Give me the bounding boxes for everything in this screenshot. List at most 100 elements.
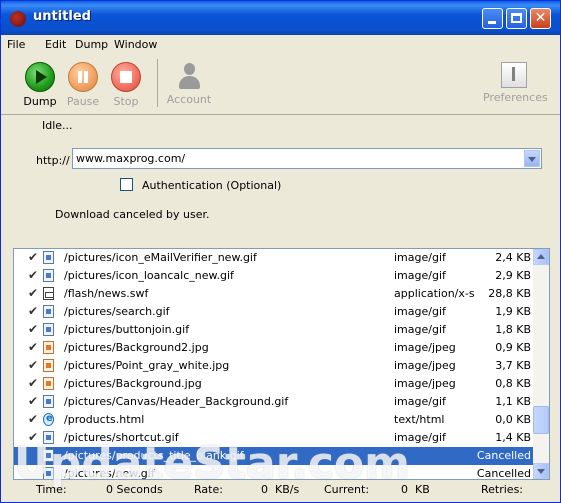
checkmark-icon: ✔ — [28, 430, 39, 444]
title-bar[interactable]: untitled ✕ — [1, 1, 560, 35]
file-path: /pictures/Point_gray_white.jpg — [64, 359, 230, 372]
time-label: Time: — [36, 483, 67, 496]
jpg-file-icon — [43, 359, 54, 372]
menu-bar: File Edit Dump Window — [1, 35, 560, 54]
file-size: Cancelled — [476, 449, 531, 462]
menu-edit[interactable]: Edit — [45, 38, 66, 51]
table-row[interactable]: ✔/pictures/Canvas/Header_Background.gif i… — [14, 393, 535, 411]
status-message: Download canceled by user. — [55, 208, 210, 221]
close-button[interactable]: ✕ — [530, 8, 551, 29]
scroll-up-icon[interactable] — [533, 249, 549, 265]
window-title: untitled — [33, 9, 91, 24]
table-row[interactable]: ✔/pictures/shortcut.gif image/gif 1,4 KB — [14, 429, 535, 447]
table-row[interactable]: ✔/products.htmltext/html0,0 KB — [14, 411, 535, 429]
stop-label: Stop — [113, 95, 139, 108]
authentication-checkbox[interactable] — [120, 178, 133, 191]
table-row[interactable]: /pictures/new.gif Cancelled — [14, 465, 535, 480]
table-row[interactable]: ✔/pictures/Background.jpg image/jpeg 0,8 K… — [14, 375, 535, 393]
app-icon — [10, 11, 26, 27]
rate-label: Rate: — [194, 483, 223, 496]
table-row[interactable]: ✔/flash/news.swfapplication/x-s...28,8 K… — [14, 285, 535, 303]
stop-icon — [111, 62, 141, 92]
file-size: 2,9 KB — [495, 269, 531, 282]
pause-icon — [68, 62, 98, 92]
retries-label: Retries: — [481, 483, 524, 496]
minimize-button[interactable] — [482, 8, 503, 29]
file-list[interactable]: ✔/pictures/icon_eMailVerifier_new.gif ima… — [13, 248, 550, 480]
table-row[interactable]: ✔/pictures/search.gif image/gif 1,9 KB — [14, 303, 535, 321]
table-row[interactable]: ✔/pictures/Point_gray_white.jpg image/jpe… — [14, 357, 535, 375]
table-row[interactable]: ✔/pictures/buttonjoin.gif image/gif 1,8 KB — [14, 321, 535, 339]
url-input[interactable]: www.maxprog.com/ — [72, 148, 542, 169]
file-path: /pictures/icon_eMailVerifier_new.gif — [64, 251, 257, 264]
url-label: http:// — [36, 154, 70, 167]
file-path: /pictures/shortcut.gif — [64, 431, 179, 444]
close-icon: ✕ — [534, 10, 547, 26]
file-path: /pictures/Background2.jpg — [64, 341, 209, 354]
menu-file[interactable]: File — [7, 38, 25, 51]
scrollbar-thumb[interactable] — [533, 406, 549, 434]
file-path: /products.html — [64, 413, 145, 426]
file-path: /pictures/icon_loancalc_new.gif — [64, 269, 234, 282]
file-size: 0,9 KB — [495, 341, 531, 354]
file-size: 0,0 KB — [495, 413, 531, 426]
gif-file-icon — [43, 269, 54, 282]
preferences-button[interactable]: Preferences — [483, 62, 548, 104]
url-value: www.maxprog.com/ — [76, 152, 186, 165]
file-size: 1,9 KB — [495, 305, 531, 318]
checkmark-icon: ✔ — [28, 250, 39, 264]
swf-file-icon — [43, 287, 54, 300]
html-file-icon — [43, 413, 54, 426]
file-size: 2,4 KB — [495, 251, 531, 264]
gif-file-icon — [43, 431, 54, 444]
authentication-label: Authentication (Optional) — [142, 179, 282, 192]
gif-file-icon — [43, 467, 54, 479]
file-size: 28,8 KB — [488, 287, 531, 300]
menu-window[interactable]: Window — [114, 38, 157, 51]
preferences-label: Preferences — [483, 91, 548, 104]
table-row[interactable]: /pictures/products_title_blank.gif Cancel… — [14, 447, 535, 465]
file-path: /pictures/products_title_blank.gif — [64, 449, 244, 462]
table-row[interactable]: ✔/pictures/icon_eMailVerifier_new.gif ima… — [14, 249, 535, 267]
checkmark-icon: ✔ — [28, 358, 39, 372]
file-path: /pictures/buttonjoin.gif — [64, 323, 190, 336]
rate-unit: KB/s — [275, 483, 300, 496]
jpg-file-icon — [43, 341, 54, 354]
status-bar: Time: 0 Seconds Rate: 0 KB/s Current: 0 … — [1, 482, 560, 502]
account-label: Account — [166, 93, 212, 106]
menu-dump[interactable]: Dump — [75, 38, 108, 51]
minimize-icon — [488, 21, 496, 24]
preferences-icon — [501, 62, 527, 88]
checkmark-icon: ✔ — [28, 304, 39, 318]
checkmark-icon: ✔ — [28, 394, 39, 408]
file-size: Cancelled — [476, 467, 531, 480]
file-size: 1,4 KB — [495, 431, 531, 444]
file-size: 1,1 KB — [495, 395, 531, 408]
table-row[interactable]: ✔/pictures/Background2.jpg image/jpeg 0,9 … — [14, 339, 535, 357]
file-rows: ✔/pictures/icon_eMailVerifier_new.gif ima… — [14, 249, 535, 480]
scroll-down-icon[interactable] — [533, 463, 549, 479]
maximize-button[interactable] — [506, 8, 527, 29]
vertical-scrollbar[interactable] — [533, 249, 549, 479]
pause-label: Pause — [66, 95, 100, 108]
checkmark-icon: ✔ — [28, 268, 39, 282]
toolbar: Dump Pause Stop Account Preferences — [1, 54, 560, 115]
checkmark-icon: ✔ — [28, 412, 39, 426]
current-unit: KB — [415, 483, 430, 496]
stop-button[interactable]: Stop — [104, 62, 148, 108]
file-path: /flash/news.swf — [64, 287, 149, 300]
table-row[interactable]: ✔/pictures/icon_loancalc_new.gif image/gi… — [14, 267, 535, 285]
current-value: 0 — [401, 483, 408, 496]
file-size: 3,7 KB — [495, 359, 531, 372]
gif-file-icon — [43, 395, 54, 408]
pause-button[interactable]: Pause — [61, 62, 105, 108]
chevron-down-icon[interactable] — [524, 150, 540, 167]
account-button[interactable]: Account — [164, 62, 214, 106]
checkmark-icon: ✔ — [28, 322, 39, 336]
current-label: Current: — [324, 483, 370, 496]
checkmark-icon: ✔ — [28, 340, 39, 354]
file-path: /pictures/search.gif — [64, 305, 170, 318]
time-value: 0 Seconds — [106, 483, 163, 496]
toolbar-separator — [157, 59, 158, 107]
dump-button[interactable]: Dump — [18, 62, 62, 108]
